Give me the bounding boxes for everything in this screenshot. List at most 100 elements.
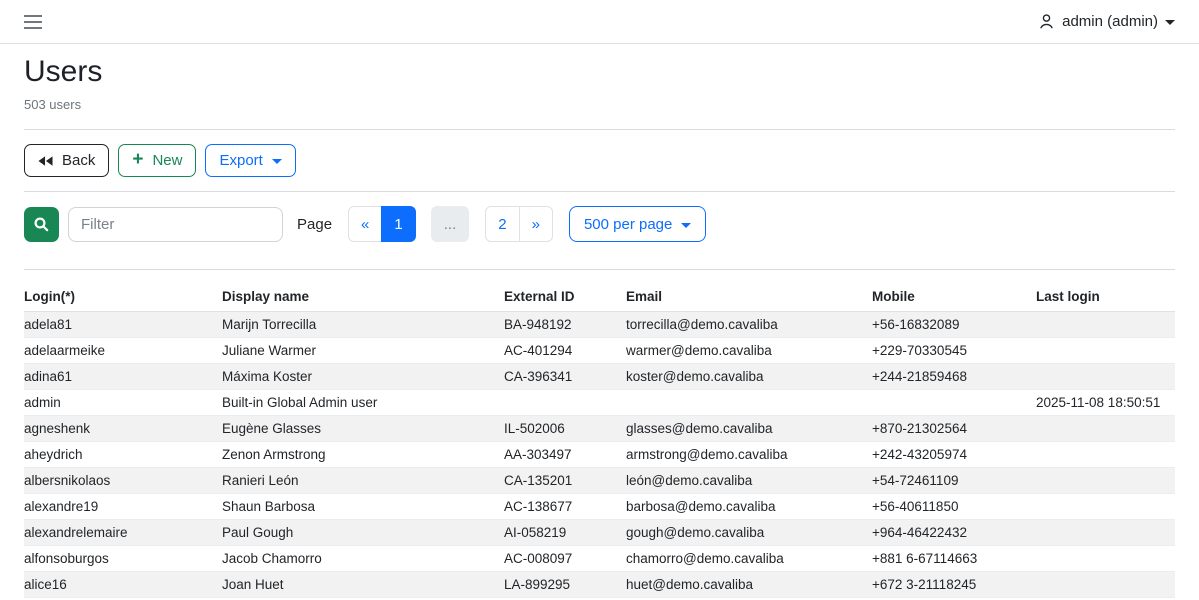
table-cell: Built-in Global Admin user <box>222 390 504 416</box>
divider <box>24 191 1175 192</box>
table-cell: Joan Huet <box>222 572 504 598</box>
table-cell: chamorro@demo.cavaliba <box>626 546 872 572</box>
back-button[interactable]: Back <box>24 144 109 177</box>
table-row: agneshenkEugène GlassesIL-502006glasses@… <box>24 416 1175 442</box>
table-header-row: Login(*)Display nameExternal IDEmailMobi… <box>24 283 1175 312</box>
pagination-prev[interactable]: « <box>348 206 382 242</box>
table-row: alexandre19Shaun BarbosaAC-138677barbosa… <box>24 494 1175 520</box>
menu-icon[interactable] <box>24 11 42 33</box>
table-row: albersnikolaosRanieri LeónCA-135201león@… <box>24 468 1175 494</box>
table-cell: IL-502006 <box>504 416 626 442</box>
table-row: adela81Marijn TorrecillaBA-948192torreci… <box>24 312 1175 338</box>
caret-down-icon <box>272 159 282 164</box>
table-cell: AI-058219 <box>504 520 626 546</box>
column-header: Last login <box>1036 283 1175 312</box>
table-cell: Eugène Glasses <box>222 416 504 442</box>
column-header: Login(*) <box>24 283 222 312</box>
pagination-next[interactable]: » <box>519 206 553 242</box>
top-bar: admin (admin) <box>0 0 1199 44</box>
new-button[interactable]: + New <box>118 144 196 177</box>
table-cell: agneshenk <box>24 416 222 442</box>
table-cell: huet@demo.cavaliba <box>626 572 872 598</box>
divider <box>24 269 1175 270</box>
table-cell <box>1036 338 1175 364</box>
caret-down-icon <box>1165 20 1175 25</box>
filter-input[interactable] <box>68 207 283 242</box>
search-icon <box>33 216 50 233</box>
user-icon <box>1038 13 1055 30</box>
table-cell <box>1036 468 1175 494</box>
table-cell: Juliane Warmer <box>222 338 504 364</box>
user-count: 503 users <box>24 97 1175 112</box>
search-button[interactable] <box>24 207 59 242</box>
users-table: Login(*)Display nameExternal IDEmailMobi… <box>24 283 1175 598</box>
new-label: New <box>152 152 182 169</box>
table-cell: león@demo.cavaliba <box>626 468 872 494</box>
table-cell <box>1036 312 1175 338</box>
toolbar: Back + New Export <box>24 144 1175 177</box>
table-cell: AC-008097 <box>504 546 626 572</box>
table-cell: Jacob Chamorro <box>222 546 504 572</box>
user-label: admin (admin) <box>1062 13 1158 30</box>
table-cell <box>1036 416 1175 442</box>
back-label: Back <box>62 152 95 169</box>
user-menu[interactable]: admin (admin) <box>1038 13 1175 30</box>
table-row: aheydrichZenon ArmstrongAA-303497armstro… <box>24 442 1175 468</box>
table-cell: alice16 <box>24 572 222 598</box>
users-table-wrap: Login(*)Display nameExternal IDEmailMobi… <box>24 283 1175 598</box>
pagination-ellipsis: ... <box>431 206 470 242</box>
pagination-page-2[interactable]: 2 <box>485 206 519 242</box>
pagination-group-first: « 1 <box>348 206 416 242</box>
main-content: Users 503 users Back + New Export <box>0 44 1199 598</box>
table-cell: admin <box>24 390 222 416</box>
page-title: Users <box>24 54 1175 90</box>
column-header: External ID <box>504 283 626 312</box>
table-cell: +881 6-67114663 <box>872 546 1036 572</box>
table-row: adminBuilt-in Global Admin user2025-11-0… <box>24 390 1175 416</box>
table-cell: Shaun Barbosa <box>222 494 504 520</box>
table-row: alice16Joan HuetLA-899295huet@demo.caval… <box>24 572 1175 598</box>
table-cell <box>872 390 1036 416</box>
table-cell: alexandre19 <box>24 494 222 520</box>
pagination-page-1[interactable]: 1 <box>381 206 415 242</box>
table-cell: armstrong@demo.cavaliba <box>626 442 872 468</box>
users-table-body: adela81Marijn TorrecillaBA-948192torreci… <box>24 312 1175 598</box>
column-header: Display name <box>222 283 504 312</box>
table-cell <box>504 390 626 416</box>
divider <box>24 129 1175 130</box>
table-cell: +244-21859468 <box>872 364 1036 390</box>
caret-down-icon <box>681 223 691 228</box>
table-cell <box>1036 442 1175 468</box>
per-page-label: 500 per page <box>584 216 672 233</box>
table-cell: torrecilla@demo.cavaliba <box>626 312 872 338</box>
table-cell: +964-46422432 <box>872 520 1036 546</box>
back-icon <box>38 155 53 167</box>
table-cell: koster@demo.cavaliba <box>626 364 872 390</box>
table-cell: barbosa@demo.cavaliba <box>626 494 872 520</box>
table-cell: Ranieri León <box>222 468 504 494</box>
column-header: Email <box>626 283 872 312</box>
table-cell: AA-303497 <box>504 442 626 468</box>
table-cell: +56-40611850 <box>872 494 1036 520</box>
table-cell: Máxima Koster <box>222 364 504 390</box>
column-header: Mobile <box>872 283 1036 312</box>
table-cell: alfonsoburgos <box>24 546 222 572</box>
table-cell: adela81 <box>24 312 222 338</box>
export-button[interactable]: Export <box>205 144 295 177</box>
table-cell: adelaarmeike <box>24 338 222 364</box>
table-cell: CA-396341 <box>504 364 626 390</box>
table-row: alexandrelemairePaul GoughAI-058219gough… <box>24 520 1175 546</box>
table-cell: warmer@demo.cavaliba <box>626 338 872 364</box>
per-page-dropdown[interactable]: 500 per page <box>569 206 706 242</box>
table-cell: Paul Gough <box>222 520 504 546</box>
table-cell: aheydrich <box>24 442 222 468</box>
table-cell: BA-948192 <box>504 312 626 338</box>
table-cell: Marijn Torrecilla <box>222 312 504 338</box>
table-cell: +242-43205974 <box>872 442 1036 468</box>
table-cell: +54-72461109 <box>872 468 1036 494</box>
table-cell: AC-138677 <box>504 494 626 520</box>
table-cell: CA-135201 <box>504 468 626 494</box>
table-cell: +672 3-21118245 <box>872 572 1036 598</box>
page-label: Page <box>297 216 332 233</box>
filter-row: Page « 1 ... 2 » 500 per page <box>24 206 1175 242</box>
